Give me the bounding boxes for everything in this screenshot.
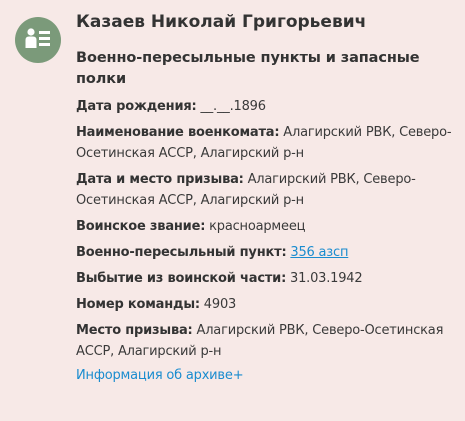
field-label: Номер команды: [76, 297, 200, 312]
field-value: красноармеец [205, 219, 306, 234]
record-content: Казаев Николай Григорьевич Военно-пересы… [76, 10, 456, 386]
field-departure: Выбытие из воинской части: 31.03.1942 [76, 268, 456, 289]
transit-point-link[interactable]: 356 азсп [290, 245, 348, 260]
field-value: 4903 [199, 297, 237, 312]
field-place: Место призыва: Алагирский РВК, Северо-Ос… [76, 320, 456, 362]
field-label: Воинское звание: [76, 219, 206, 234]
field-label: Военно-пересыльный пункт: [76, 245, 287, 260]
field-conscription: Дата и место призыва: Алагирский РВК, Се… [76, 169, 456, 211]
archive-info-link[interactable]: Информация об архиве+ [76, 365, 456, 386]
field-birth-date: Дата рождения: __.__.1896 [76, 96, 456, 117]
soldier-list-icon [25, 27, 51, 53]
field-commissariat: Наименование военкомата: Алагирский РВК,… [76, 122, 456, 164]
record-fields: Дата рождения: __.__.1896 Наименование в… [76, 96, 456, 362]
field-value: __.__.1896 [196, 99, 266, 114]
field-label: Выбытие из воинской части: [76, 271, 287, 286]
field-label: Дата и место призыва: [76, 172, 244, 187]
field-value: 31.03.1942 [286, 271, 363, 286]
field-team-number: Номер команды: 4903 [76, 294, 456, 315]
avatar [15, 17, 61, 63]
field-label: Место призыва: [76, 323, 193, 338]
field-rank: Воинское звание: красноармеец [76, 216, 456, 237]
person-name: Казаев Николай Григорьевич [76, 12, 367, 32]
field-transit-point: Военно-пересыльный пункт: 356 азсп [76, 242, 456, 263]
record-category: Военно-пересыльные пункты и запасные пол… [76, 50, 420, 87]
record-card: Казаев Николай Григорьевич Военно-пересы… [0, 0, 465, 421]
field-label: Наименование военкомата: [76, 125, 280, 140]
field-label: Дата рождения: [76, 99, 197, 114]
